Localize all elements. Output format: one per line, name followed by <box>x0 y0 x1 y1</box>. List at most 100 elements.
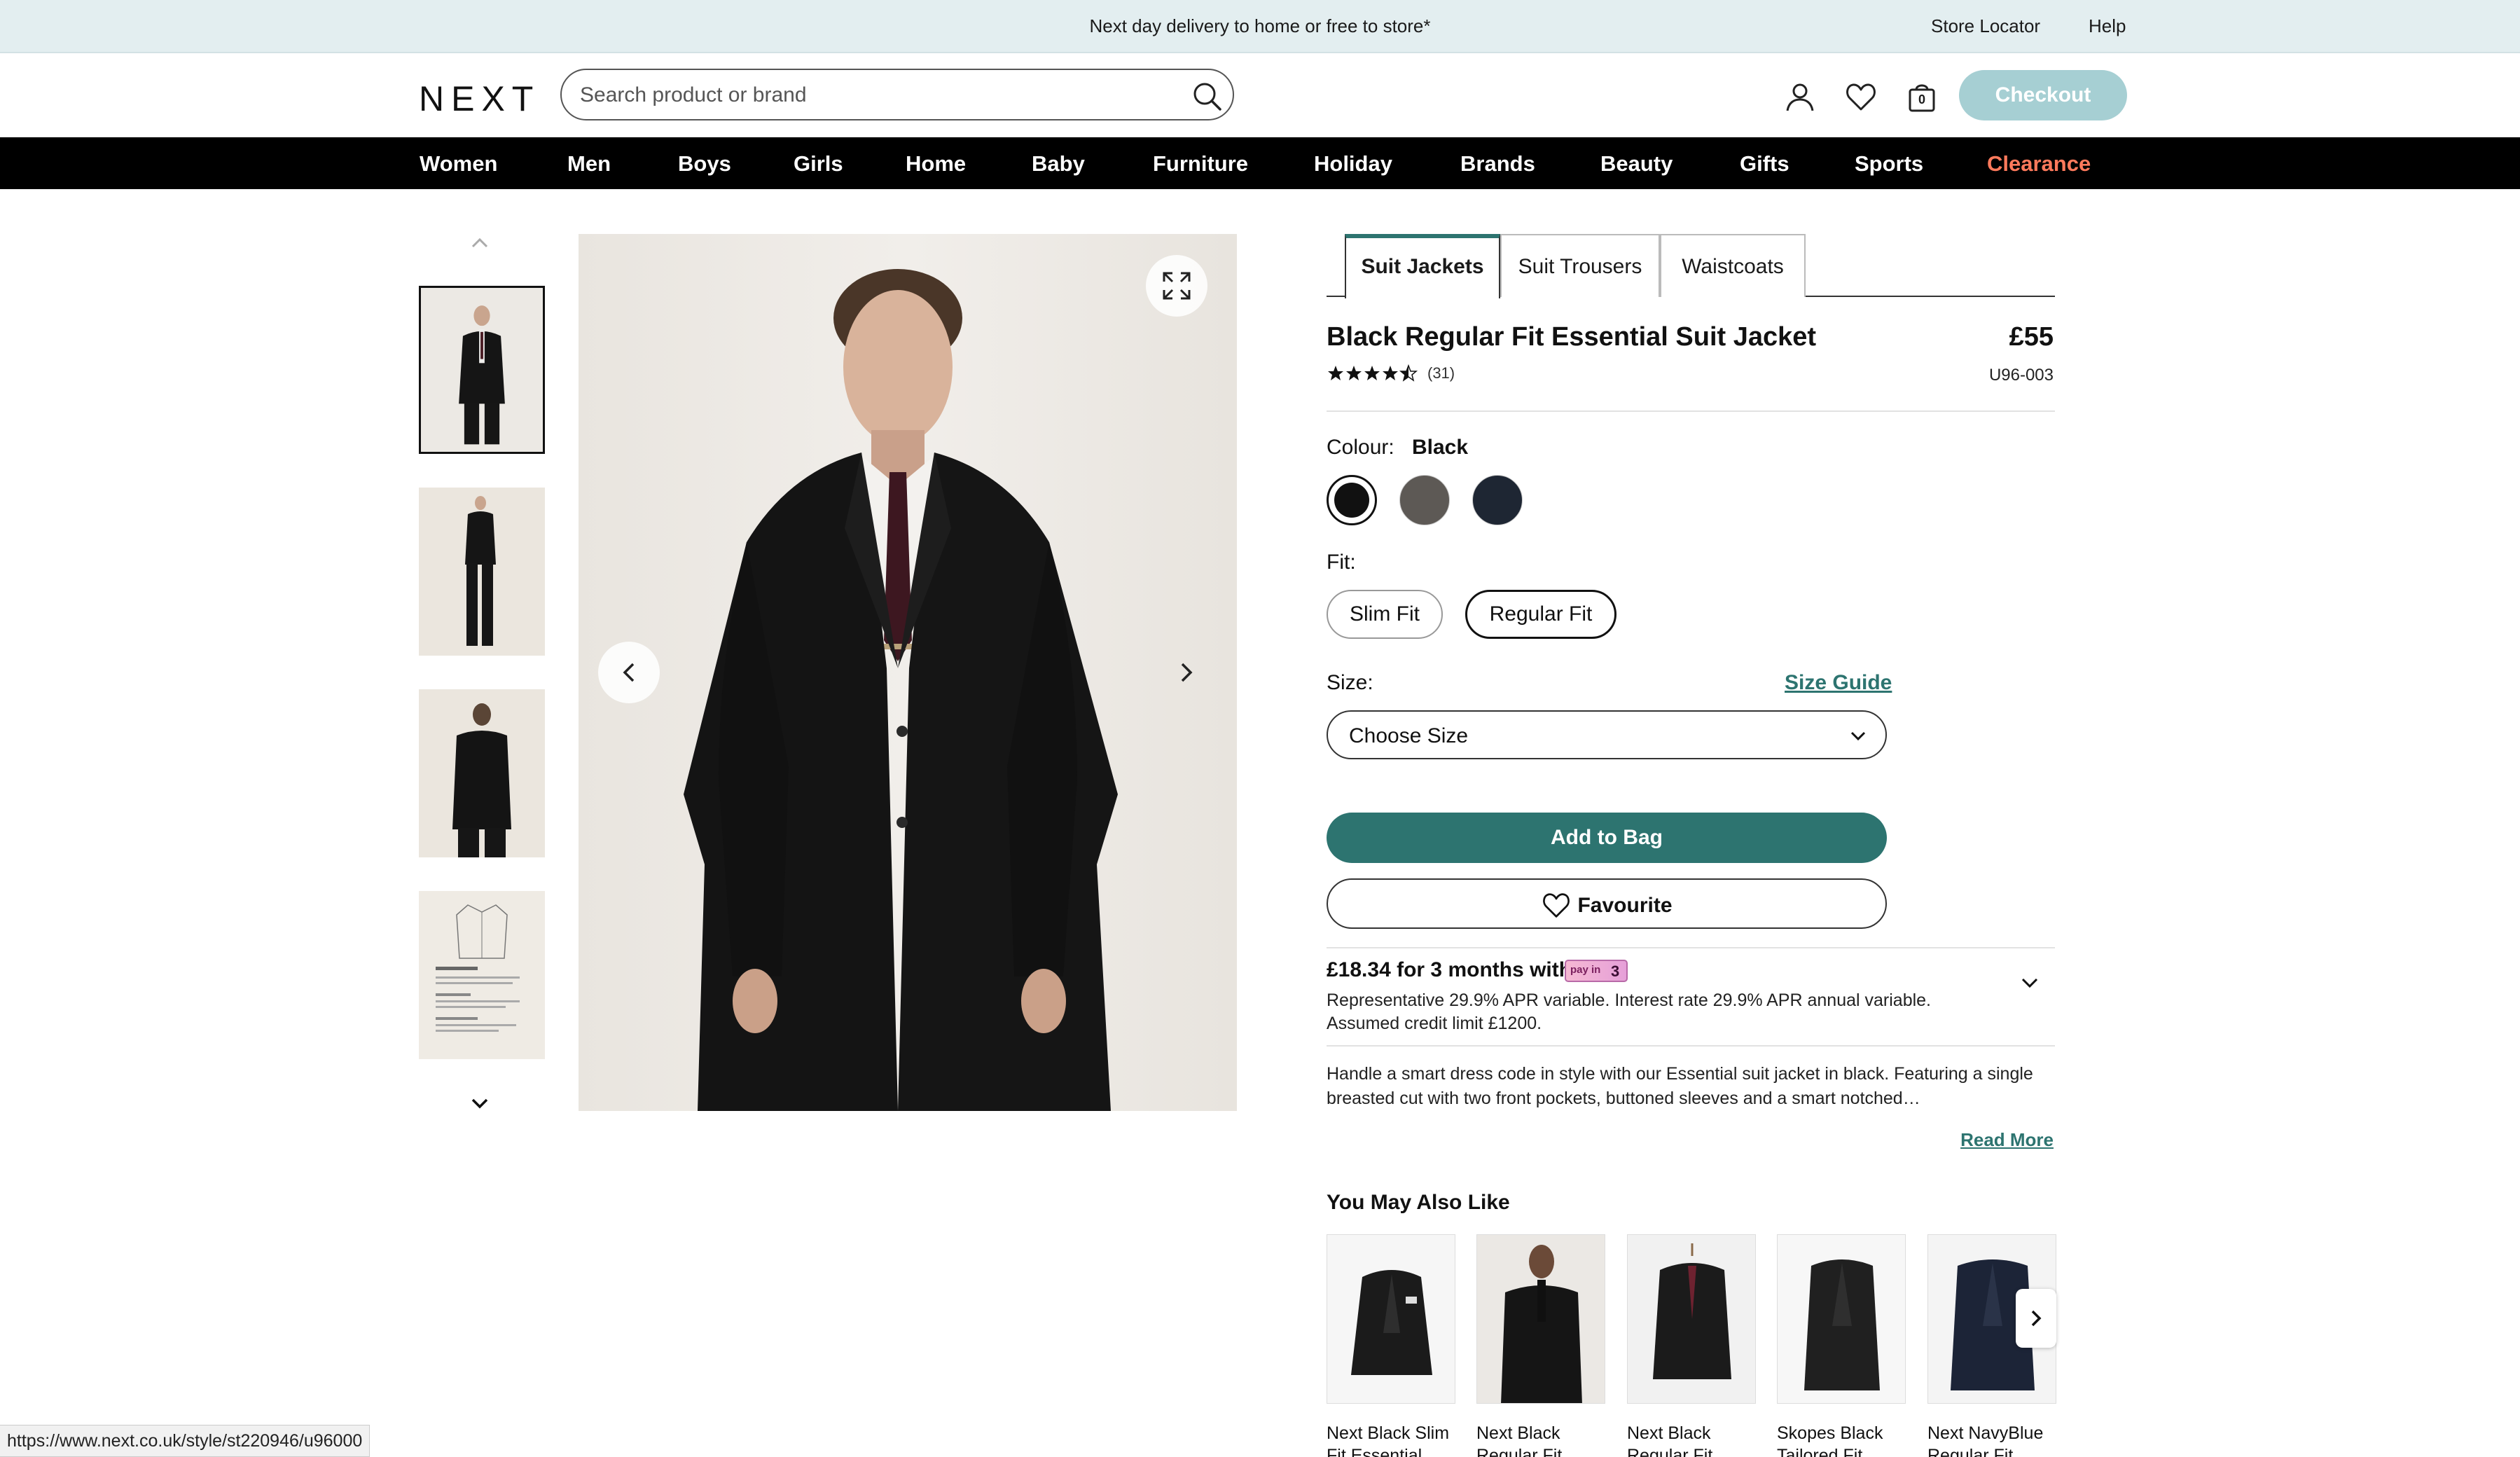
thumbnail-full-length[interactable] <box>419 488 545 656</box>
recommendation-name-line-2: Regular Fit <box>1476 1446 1563 1457</box>
size-label: Size: <box>1327 671 1373 694</box>
promo-bar: Next day delivery to home or free to sto… <box>0 0 2520 53</box>
store-locator-link[interactable]: Store Locator <box>1931 15 2040 37</box>
size-select-value: Choose Size <box>1349 724 1469 747</box>
previous-image-button[interactable] <box>598 642 660 703</box>
status-bar-url: https://www.next.co.uk/style/st220946/u9… <box>0 1425 371 1457</box>
fullscreen-button[interactable] <box>1146 255 1207 317</box>
next-logo[interactable]: NEXT <box>419 78 540 119</box>
chevron-right-icon <box>2031 1310 2042 1327</box>
recommendation-card[interactable]: Next Black Regular Fit <box>1476 1234 1605 1457</box>
main-product-image[interactable] <box>579 234 1237 1111</box>
payin3-number: 3 <box>1611 962 1620 980</box>
bag-count: 0 <box>1918 92 1925 106</box>
site-header: NEXT 0 Checkout <box>0 53 2520 137</box>
recommendation-image <box>1627 1234 1756 1404</box>
colour-value: Black <box>1412 436 1469 459</box>
product-price: £55 <box>2009 322 2054 352</box>
swatch-navy[interactable] <box>1472 475 1523 525</box>
search-icon[interactable] <box>1191 80 1223 112</box>
favourite-label: Favourite <box>1577 894 1673 917</box>
thumbnail-size-chart-image <box>419 891 545 1059</box>
recommendation-name-line-1: Next NavyBlue <box>1927 1423 2044 1443</box>
thumbnail-front[interactable] <box>419 286 545 454</box>
size-guide-link[interactable]: Size Guide <box>1785 671 1892 695</box>
nav-item-gifts[interactable]: Gifts <box>1740 151 1789 177</box>
recommendation-card[interactable]: Skopes Black Tailored Fit <box>1777 1234 1906 1457</box>
thumbnails-down-chevron-icon[interactable] <box>466 1090 494 1118</box>
tab-suit-jackets[interactable]: Suit Jackets <box>1345 234 1500 298</box>
promo-text: Next day delivery to home or free to sto… <box>1089 15 1431 36</box>
divider <box>1327 1045 2055 1047</box>
recommendation-name: Next NavyBlue Regular Fit <box>1927 1422 2056 1457</box>
divider <box>1327 947 2055 948</box>
recommendation-name: Skopes Black Tailored Fit <box>1777 1422 1906 1457</box>
checkout-button[interactable]: Checkout <box>1959 70 2127 120</box>
rating-count[interactable]: (31) <box>1427 364 1455 382</box>
thumbnails-up-chevron-icon[interactable] <box>466 228 494 256</box>
swatch-black[interactable] <box>1327 475 1377 525</box>
account-icon[interactable] <box>1783 80 1817 113</box>
nav-item-men[interactable]: Men <box>567 151 611 177</box>
tab-suit-trousers[interactable]: Suit Trousers <box>1500 234 1660 297</box>
favourite-button-content: Favourite <box>1328 892 1885 919</box>
nav-item-girls[interactable]: Girls <box>794 151 843 177</box>
recommendation-name-line-2: Regular Fit <box>1627 1446 1713 1457</box>
fit-label: Fit: <box>1327 551 1356 574</box>
rating-stars[interactable] <box>1327 363 1422 384</box>
product-description: Handle a smart dress code in style with … <box>1327 1064 2033 1108</box>
help-link[interactable]: Help <box>2089 15 2126 37</box>
favourites-heart-icon[interactable] <box>1844 80 1878 113</box>
nav-item-sports[interactable]: Sports <box>1855 151 1923 177</box>
fit-slim-button[interactable]: Slim Fit <box>1327 590 1443 639</box>
chevron-left-icon <box>623 663 635 682</box>
recommendation-name-line-1: Next Black <box>1627 1423 1711 1443</box>
thumbnail-back[interactable] <box>419 689 545 857</box>
product-code: U96-003 <box>1988 366 2054 385</box>
recommendation-card[interactable]: Next Black Slim Fit Essential <box>1327 1234 1455 1457</box>
nav-item-holiday[interactable]: Holiday <box>1314 151 1392 177</box>
fit-regular-button[interactable]: Regular Fit <box>1465 590 1616 639</box>
bag-button[interactable]: 0 <box>1905 80 1939 113</box>
add-to-bag-button[interactable]: Add to Bag <box>1327 813 1887 863</box>
recommendation-name-line-1: Skopes Black <box>1777 1423 1883 1443</box>
swatch-black-fill <box>1334 483 1369 518</box>
recommendation-card[interactable]: Next Black Regular Fit <box>1627 1234 1756 1457</box>
recommendation-name-line-1: Next Black Slim <box>1327 1423 1450 1443</box>
size-select[interactable]: Choose Size <box>1327 710 1887 759</box>
thumbnail-back-image <box>419 689 545 857</box>
favourite-button[interactable]: Favourite <box>1327 878 1887 929</box>
you-may-also-like-title: You May Also Like <box>1327 1191 1510 1214</box>
next-image-button[interactable] <box>1156 642 1217 703</box>
tab-waistcoats[interactable]: Waistcoats <box>1660 234 1806 297</box>
model-photo <box>579 234 1237 1111</box>
recommendations-next-button[interactable] <box>2016 1289 2056 1348</box>
search-input[interactable] <box>580 81 1154 109</box>
payin3-small-text: pay in <box>1570 964 1601 976</box>
credit-details: Representative 29.9% APR variable. Inter… <box>1327 989 1999 1035</box>
nav-item-boys[interactable]: Boys <box>678 151 731 177</box>
nav-item-clearance[interactable]: Clearance <box>1987 151 2091 177</box>
search-bar <box>560 69 1234 120</box>
chevron-right-icon <box>1181 663 1193 682</box>
product-type-tabs: Suit Jackets Suit Trousers Waistcoats <box>1327 233 2055 298</box>
nav-item-beauty[interactable]: Beauty <box>1600 151 1673 177</box>
credit-expand-chevron-icon[interactable] <box>2017 972 2042 993</box>
heart-icon <box>1543 893 1570 918</box>
nav-item-brands[interactable]: Brands <box>1460 151 1535 177</box>
expand-icon <box>1163 272 1191 300</box>
nav-item-home[interactable]: Home <box>906 151 966 177</box>
divider <box>1327 410 2055 412</box>
recommendation-name: Next Black Slim Fit Essential <box>1327 1422 1455 1457</box>
nav-item-women[interactable]: Women <box>420 151 497 177</box>
recommendation-name-line-2: Tailored Fit <box>1777 1446 1863 1457</box>
nav-item-baby[interactable]: Baby <box>1032 151 1085 177</box>
thumbnail-size-chart[interactable] <box>419 891 545 1059</box>
recommendation-name-line-2: Fit Essential <box>1327 1446 1422 1457</box>
swatch-grey[interactable] <box>1399 475 1450 525</box>
recommendation-name: Next Black Regular Fit <box>1627 1422 1756 1457</box>
payin3-logo: pay in 3 <box>1565 960 1628 982</box>
nav-item-furniture[interactable]: Furniture <box>1153 151 1248 177</box>
read-more-link[interactable]: Read More <box>1960 1129 2054 1151</box>
thumbnail-front-image <box>421 289 543 451</box>
